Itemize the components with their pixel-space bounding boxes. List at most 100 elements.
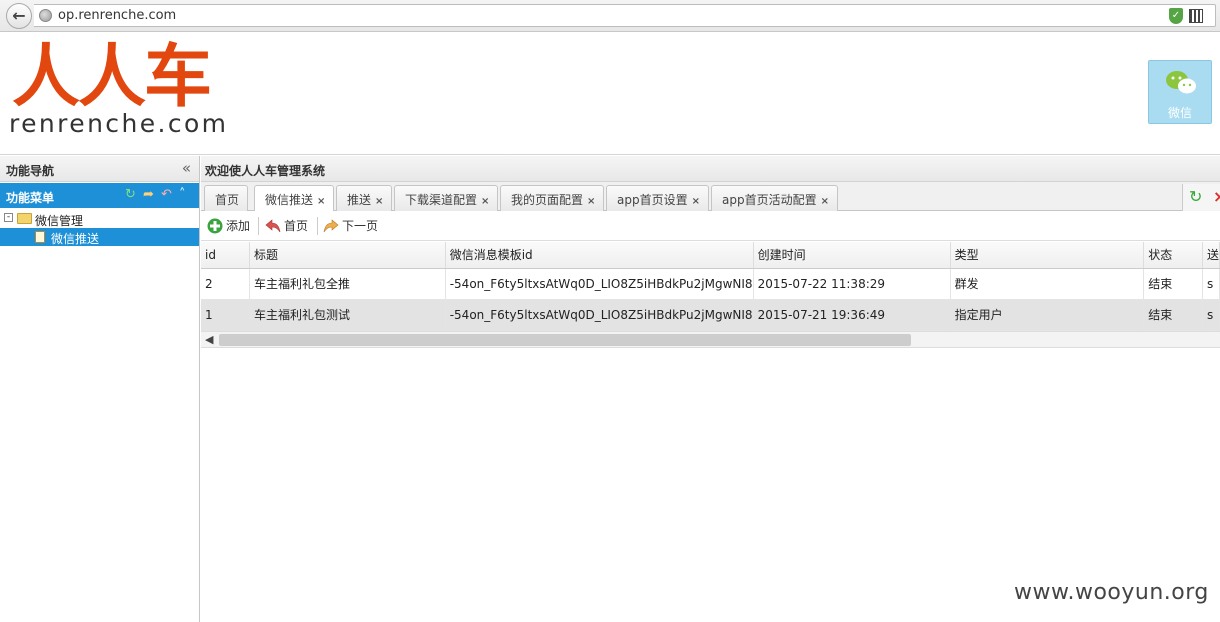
- close-icon[interactable]: ×: [317, 196, 325, 207]
- scroll-left-icon[interactable]: ◀: [205, 333, 213, 346]
- main-panel: 欢迎使人人车管理系统 首页 微信推送 × 推送 × 下载渠道配置 × 我的页面配置 × …: [201, 156, 1220, 622]
- column-header-extra[interactable]: 送: [1202, 242, 1220, 269]
- tab-label: 推送: [347, 193, 372, 207]
- tree-item-wechat-management[interactable]: - 微信管理: [0, 210, 199, 228]
- tree-item-label: 微信推送: [51, 232, 100, 246]
- add-label: 添加: [226, 219, 251, 233]
- forward-arrow-icon: [323, 219, 339, 233]
- refresh-icon[interactable]: ↻: [1189, 187, 1202, 206]
- logo-text: renrenche.com: [9, 109, 229, 138]
- tab-push[interactable]: 推送 ×: [336, 185, 393, 211]
- table-header-row: id 标题 微信消息模板id 创建时间 类型 状态 送: [201, 242, 1220, 269]
- plus-icon: [207, 218, 223, 234]
- column-header-id[interactable]: id: [201, 242, 250, 269]
- forward-icon[interactable]: ➦: [143, 187, 154, 202]
- cell-extra: s: [1202, 268, 1220, 300]
- shield-icon[interactable]: ✓: [1169, 8, 1183, 24]
- sidebar: 功能导航 « 功能菜单 ↻ ➦ ↶ ˄ - 微信管理 微信推送: [0, 156, 200, 622]
- cell-template-id: -54on_F6ty5ltxsAtWq0D_LIO8Z5iHBdkPu2jMgw…: [445, 268, 754, 300]
- cell-created: 2015-07-22 11:38:29: [753, 268, 951, 300]
- watermark: www.wooyun.org: [1014, 580, 1209, 605]
- table-row[interactable]: 1 车主福利礼包测试 -54on_F6ty5ltxsAtWq0D_LIO8Z5i…: [201, 299, 1220, 331]
- svg-text:人人车: 人人车: [12, 38, 210, 108]
- tab-download-channel[interactable]: 下载渠道配置 ×: [394, 185, 499, 211]
- file-icon: [35, 231, 45, 243]
- tab-tools: ↻ ×: [1182, 184, 1220, 211]
- menu-header: 功能菜单 ↻ ➦ ↶ ˄: [0, 183, 199, 208]
- tab-wechat-push[interactable]: 微信推送 ×: [254, 185, 335, 212]
- close-icon[interactable]: ×: [587, 196, 595, 207]
- first-page-button[interactable]: 首页: [265, 217, 308, 234]
- qr-code-icon[interactable]: [1189, 9, 1203, 23]
- main-header: 欢迎使人人车管理系统: [201, 156, 1220, 182]
- tab-label: 我的页面配置: [511, 193, 584, 207]
- tab-label: 下载渠道配置: [405, 193, 478, 207]
- menu-tree: - 微信管理 微信推送: [0, 210, 199, 246]
- wechat-icon: [1166, 71, 1196, 94]
- tab-my-page-config[interactable]: 我的页面配置 ×: [500, 185, 605, 211]
- next-page-button[interactable]: 下一页: [323, 217, 378, 234]
- cell-status: 结束: [1143, 268, 1203, 300]
- cell-template-id: -54on_F6ty5ltxsAtWq0D_LIO8Z5iHBdkPu2jMgw…: [445, 299, 754, 331]
- tab-label: 首页: [215, 193, 240, 207]
- close-all-icon[interactable]: ×: [1213, 187, 1220, 206]
- sidebar-title: 功能导航: [6, 164, 55, 178]
- data-grid: id 标题 微信消息模板id 创建时间 类型 状态 送 2 车主福利礼包全推 -…: [201, 242, 1220, 348]
- menu-title: 功能菜单: [6, 191, 55, 205]
- toolbar-divider: [258, 217, 259, 235]
- cell-type: 指定用户: [950, 299, 1145, 331]
- cell-title: 车主福利礼包测试: [249, 299, 446, 331]
- back-button[interactable]: ←: [6, 3, 32, 29]
- close-icon[interactable]: ×: [375, 196, 383, 207]
- undo-icon[interactable]: ↶: [161, 187, 172, 202]
- cell-extra: s: [1202, 299, 1220, 331]
- tab-label: 微信推送: [265, 193, 314, 207]
- grid-toolbar: 添加 首页 下一页: [201, 211, 1220, 241]
- address-bar[interactable]: op.renrenche.com ✓: [34, 4, 1216, 27]
- toolbar-divider: [317, 217, 318, 235]
- column-header-template-id[interactable]: 微信消息模板id: [445, 242, 754, 269]
- next-page-label: 下一页: [342, 219, 379, 233]
- cell-title: 车主福利礼包全推: [249, 268, 446, 300]
- back-arrow-icon: [265, 219, 281, 233]
- collapse-icon[interactable]: «: [182, 159, 191, 177]
- tree-item-wechat-push[interactable]: 微信推送: [0, 228, 199, 246]
- column-header-created[interactable]: 创建时间: [753, 242, 951, 269]
- wechat-label: 微信: [1167, 106, 1192, 120]
- first-page-label: 首页: [284, 219, 309, 233]
- globe-icon: [39, 9, 52, 22]
- welcome-title: 欢迎使人人车管理系统: [205, 164, 326, 178]
- wechat-button[interactable]: 微信: [1148, 60, 1212, 124]
- table-row[interactable]: 2 车主福利礼包全推 -54on_F6ty5ltxsAtWq0D_LIO8Z5i…: [201, 268, 1220, 300]
- chevron-up-icon[interactable]: ˄: [179, 187, 186, 202]
- folder-icon: [17, 213, 32, 224]
- tab-label: app首页活动配置: [722, 193, 817, 207]
- push-table: id 标题 微信消息模板id 创建时间 类型 状态 送 2 车主福利礼包全推 -…: [201, 242, 1220, 331]
- tab-app-home-settings[interactable]: app首页设置 ×: [606, 185, 709, 211]
- site-header: 人人车 renrenche.com 微信: [0, 33, 1220, 155]
- tab-home[interactable]: 首页: [204, 185, 249, 211]
- collapse-toggle-icon[interactable]: -: [4, 213, 13, 222]
- tab-label: app首页设置: [617, 193, 688, 207]
- tab-bar: 首页 微信推送 × 推送 × 下载渠道配置 × 我的页面配置 × app首页设置 × ap…: [201, 182, 1220, 212]
- column-header-status[interactable]: 状态: [1143, 242, 1203, 269]
- column-header-title[interactable]: 标题: [249, 242, 446, 269]
- tree-item-label: 微信管理: [35, 214, 84, 228]
- column-header-type[interactable]: 类型: [950, 242, 1145, 269]
- close-icon[interactable]: ×: [692, 196, 700, 207]
- logo-chinese: 人人车: [12, 38, 212, 108]
- horizontal-scrollbar[interactable]: ◀: [201, 330, 1220, 348]
- tab-app-home-activity[interactable]: app首页活动配置 ×: [711, 185, 838, 211]
- sidebar-header: 功能导航 «: [0, 156, 199, 182]
- close-icon[interactable]: ×: [481, 196, 489, 207]
- cell-id: 2: [201, 268, 250, 300]
- refresh-icon[interactable]: ↻: [125, 187, 136, 202]
- url-text[interactable]: op.renrenche.com: [58, 8, 176, 23]
- cell-type: 群发: [950, 268, 1145, 300]
- close-icon[interactable]: ×: [821, 196, 829, 207]
- cell-id: 1: [201, 299, 250, 331]
- browser-toolbar: ← op.renrenche.com ✓: [0, 0, 1220, 32]
- add-button[interactable]: 添加: [207, 217, 250, 234]
- cell-status: 结束: [1143, 299, 1203, 331]
- scroll-thumb[interactable]: [219, 333, 911, 346]
